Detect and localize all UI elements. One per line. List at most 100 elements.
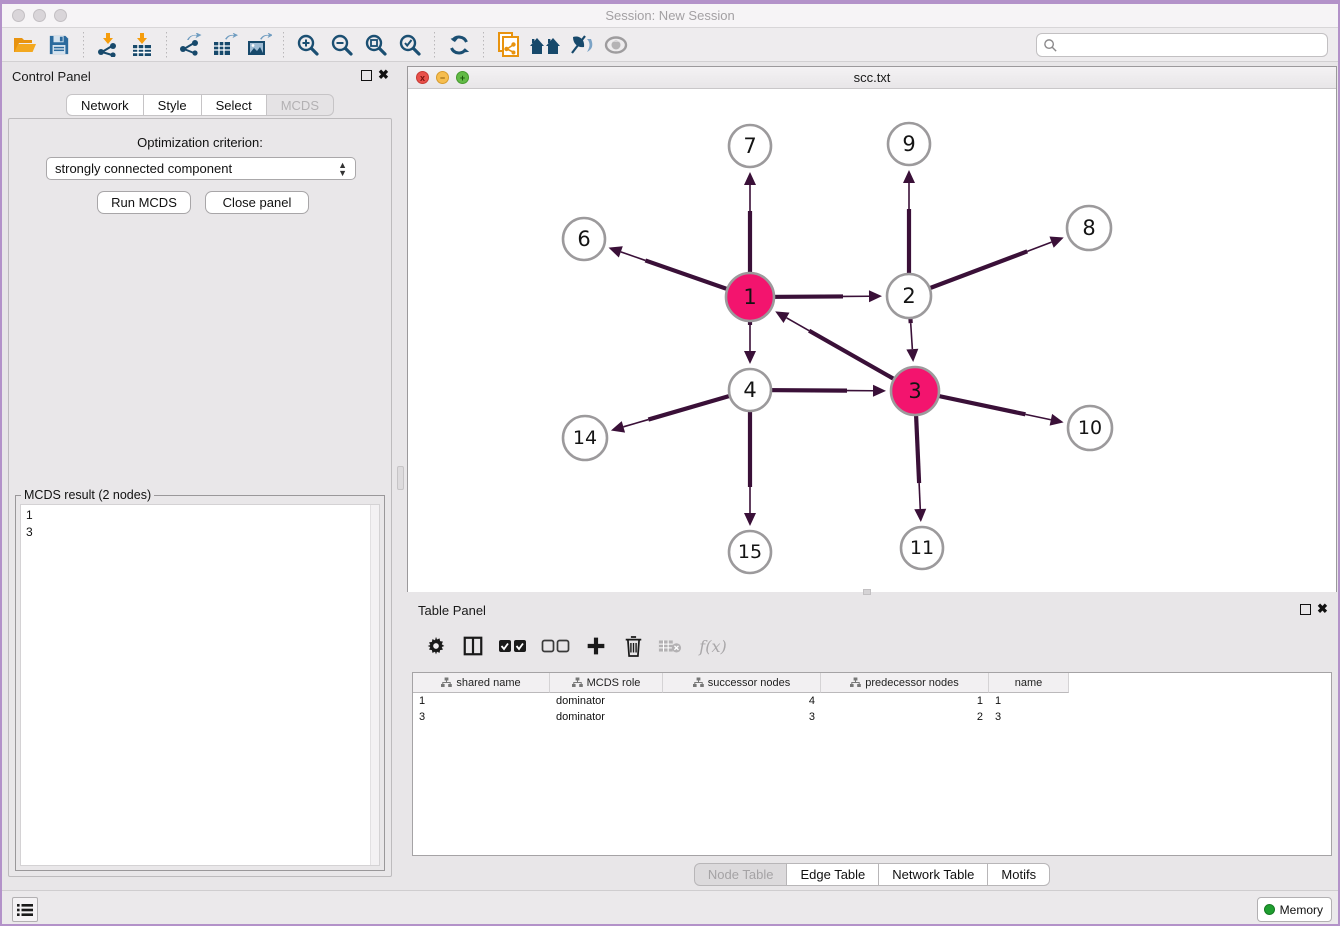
zoom-fit-button[interactable] [361, 31, 391, 59]
delete-column-button[interactable] [619, 632, 647, 660]
table-row[interactable]: 1dominator411 [413, 693, 1331, 709]
table-cell-shared-name[interactable]: 1 [413, 693, 550, 709]
column-header-predecessor-nodes[interactable]: predecessor nodes [821, 673, 989, 693]
graphics-details-icon [569, 33, 595, 57]
column-header-name[interactable]: name [989, 673, 1069, 693]
column-header-successor-nodes[interactable]: successor nodes [663, 673, 821, 693]
result-scrollbar[interactable] [370, 505, 379, 865]
network-close-icon[interactable]: x [416, 71, 429, 84]
network-canvas[interactable]: 7 9 6 8 1 2 4 3 14 10 15 11 [408, 89, 1336, 592]
maximize-window-icon[interactable] [54, 9, 67, 22]
memory-status-icon [1264, 904, 1275, 915]
table-settings-button[interactable] [422, 632, 450, 660]
import-table-button[interactable] [127, 31, 157, 59]
column-header-shared-name[interactable]: shared name [413, 673, 550, 693]
table-cell-successor-nodes[interactable]: 3 [663, 709, 821, 725]
table-cell-successor-nodes[interactable]: 4 [663, 693, 821, 709]
graph-node-1[interactable]: 1 [726, 273, 774, 321]
column-type-icon [572, 677, 583, 688]
run-mcds-button[interactable]: Run MCDS [97, 191, 191, 214]
tab-select[interactable]: Select [202, 94, 267, 116]
graph-node-2[interactable]: 2 [887, 274, 931, 318]
graphics-details-button[interactable] [567, 31, 597, 59]
tab-motifs[interactable]: Motifs [988, 863, 1050, 886]
column-header-mcds-role[interactable]: MCDS role [550, 673, 663, 693]
mcds-result-textarea[interactable]: 1 3 [20, 504, 380, 866]
tab-network[interactable]: Network [66, 94, 144, 116]
preview-button-disabled [601, 31, 631, 59]
select-all-button[interactable] [496, 632, 530, 660]
graph-node-15[interactable]: 15 [729, 531, 771, 573]
close-table-panel-icon[interactable]: ✖ [1317, 602, 1328, 616]
zoom-in-button[interactable] [293, 31, 323, 59]
horizontal-splitter-grip[interactable] [863, 589, 871, 595]
clone-network-button[interactable] [493, 31, 523, 59]
refresh-button[interactable] [444, 31, 474, 59]
toolbar-search[interactable] [1036, 33, 1328, 57]
export-table-button[interactable] [210, 31, 240, 59]
import-table-icon [130, 33, 154, 57]
table-cell-name[interactable]: 3 [989, 709, 1069, 725]
table-cell-mcds-role[interactable]: dominator [550, 709, 663, 725]
close-panel-button[interactable]: Close panel [205, 191, 309, 214]
window-title: Session: New Session [0, 4, 1340, 28]
select-all-icon [498, 638, 528, 654]
zoom-fit-icon [364, 33, 388, 57]
arrowhead-icon [611, 421, 625, 433]
table-panel: Table Panel ✖ f(x) shared nameMCDS roles [406, 596, 1338, 889]
graph-node-3[interactable]: 3 [891, 367, 939, 415]
criterion-select[interactable]: strongly connected component ▲▼ [46, 157, 356, 180]
memory-button[interactable]: Memory [1257, 897, 1332, 922]
graph-edge-2-8[interactable] [909, 237, 1064, 296]
graph-node-11[interactable]: 11 [901, 527, 943, 569]
tab-style[interactable]: Style [144, 94, 202, 116]
deselect-all-button[interactable] [539, 632, 573, 660]
delete-table-icon [658, 637, 682, 655]
network-graph: 7 9 6 8 1 2 4 3 14 10 15 11 [408, 89, 1336, 592]
home-button[interactable] [527, 31, 563, 59]
import-network-button[interactable] [93, 31, 123, 59]
graph-node-10[interactable]: 10 [1068, 406, 1112, 450]
table-cell-name[interactable]: 1 [989, 693, 1069, 709]
tab-mcds[interactable]: MCDS [267, 94, 334, 116]
network-minimize-icon[interactable]: − [436, 71, 449, 84]
clone-network-icon [496, 32, 520, 58]
tab-node-table[interactable]: Node Table [694, 863, 788, 886]
graph-node-7[interactable]: 7 [729, 125, 771, 167]
graph-node-14[interactable]: 14 [563, 416, 607, 460]
table-cell-shared-name[interactable]: 3 [413, 709, 550, 725]
save-session-button[interactable] [44, 31, 74, 59]
table-cell-predecessor-nodes[interactable]: 1 [821, 693, 989, 709]
export-network-button[interactable] [176, 31, 206, 59]
open-session-button[interactable] [10, 31, 40, 59]
table-row[interactable]: 3dominator323 [413, 709, 1331, 725]
add-column-button[interactable] [582, 632, 610, 660]
close-panel-icon[interactable]: ✖ [378, 68, 389, 82]
network-window-titlebar: x − + scc.txt [408, 67, 1336, 89]
vertical-splitter-grip[interactable] [397, 466, 404, 490]
deselect-all-icon [541, 638, 571, 654]
float-panel-icon[interactable] [361, 70, 372, 81]
zoom-out-button[interactable] [327, 31, 357, 59]
zoom-selected-button[interactable] [395, 31, 425, 59]
export-network-icon [179, 33, 203, 57]
graph-node-4[interactable]: 4 [729, 369, 771, 411]
table-cell-predecessor-nodes[interactable]: 2 [821, 709, 989, 725]
graph-node-label: 11 [910, 537, 934, 559]
graph-node-9[interactable]: 9 [888, 123, 930, 165]
show-column-panel-button[interactable] [459, 632, 487, 660]
export-image-button[interactable] [244, 31, 274, 59]
minimize-window-icon[interactable] [33, 9, 46, 22]
search-input[interactable] [1058, 35, 1327, 55]
show-panels-button[interactable] [12, 897, 38, 922]
network-maximize-icon[interactable]: + [456, 71, 469, 84]
column-header-label: predecessor nodes [865, 677, 959, 689]
table-cell-mcds-role[interactable]: dominator [550, 693, 663, 709]
toolbar-separator [83, 32, 84, 58]
close-window-icon[interactable] [12, 9, 25, 22]
float-table-panel-icon[interactable] [1300, 604, 1311, 615]
tab-network-table[interactable]: Network Table [879, 863, 988, 886]
graph-node-8[interactable]: 8 [1067, 206, 1111, 250]
graph-node-6[interactable]: 6 [563, 218, 605, 260]
tab-edge-table[interactable]: Edge Table [787, 863, 879, 886]
